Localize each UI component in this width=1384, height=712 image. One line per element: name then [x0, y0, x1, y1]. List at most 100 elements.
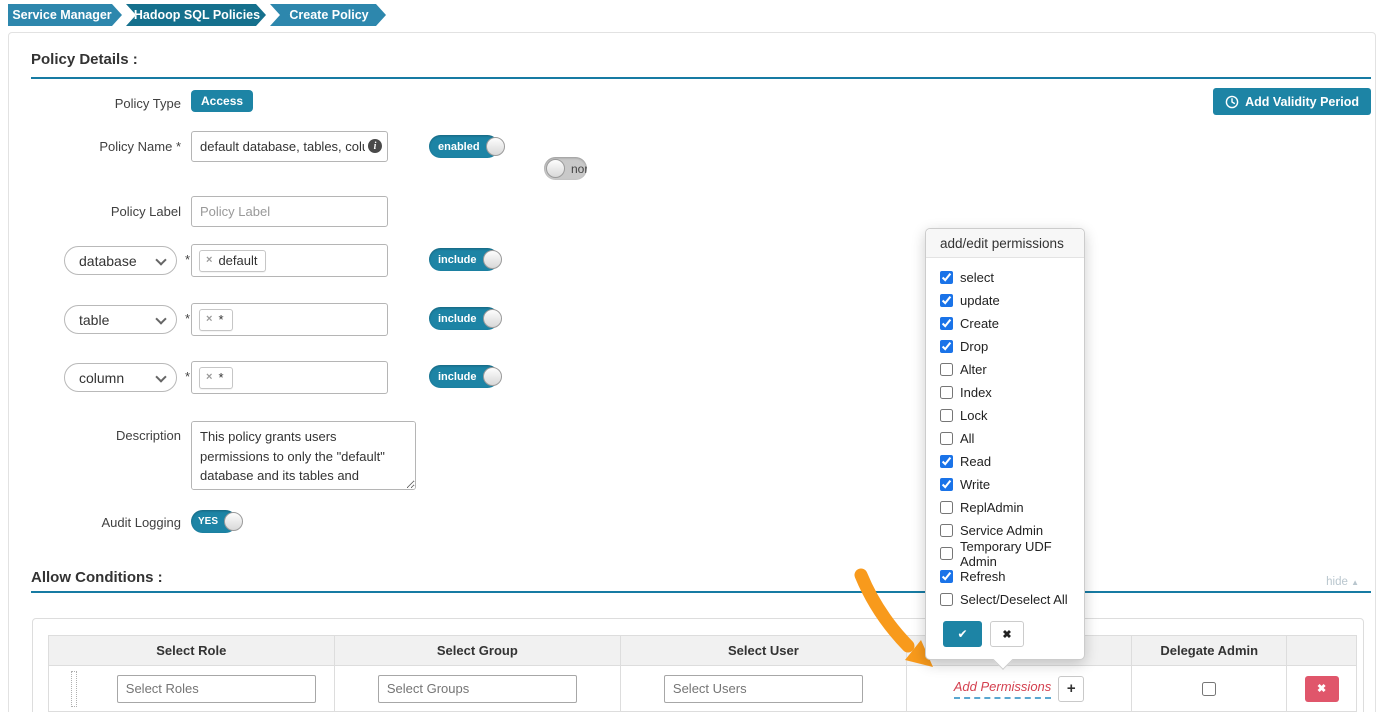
policy-label-input[interactable] — [191, 196, 388, 227]
policy-enabled-toggle[interactable]: enabled — [429, 135, 499, 158]
resource-type-select-table[interactable]: table — [64, 305, 177, 334]
remove-icon[interactable]: × — [206, 254, 212, 266]
permissions-popup: add/edit permissions select update Creat… — [925, 228, 1085, 660]
permission-checkbox-index[interactable] — [940, 386, 953, 399]
permission-checkbox-create[interactable] — [940, 317, 953, 330]
add-permissions-link[interactable]: Add Permissions — [954, 679, 1052, 699]
clock-icon — [1225, 95, 1239, 109]
permission-checkbox-read[interactable] — [940, 455, 953, 468]
delegate-admin-checkbox[interactable] — [1202, 682, 1216, 696]
permissions-confirm-button[interactable]: ✔ — [943, 621, 982, 647]
permission-checkbox-service-admin[interactable] — [940, 524, 953, 537]
permission-item: Service Admin — [940, 523, 1076, 538]
permission-item: Create — [940, 316, 1076, 331]
resource-type-select-column[interactable]: column — [64, 363, 177, 392]
resource-tag-label: * — [218, 312, 223, 327]
audit-logging-toggle[interactable]: YES — [191, 510, 237, 533]
policy-name-input[interactable] — [191, 131, 388, 162]
info-icon: i — [368, 139, 382, 153]
resource-value-input-column[interactable]: ×* — [191, 361, 388, 394]
chevron-down-icon — [155, 254, 166, 265]
resource-tag: × default — [199, 250, 266, 272]
breadcrumb: Service Manager Hadoop SQL Policies Crea… — [8, 4, 386, 26]
breadcrumb-hadoop-sql-policies[interactable]: Hadoop SQL Policies — [126, 4, 266, 26]
resource-type-value: table — [79, 312, 109, 328]
permission-checkbox-alter[interactable] — [940, 363, 953, 376]
add-validity-period-button[interactable]: Add Validity Period — [1213, 88, 1371, 115]
permission-checkbox-select-deselect-all[interactable] — [940, 593, 953, 606]
drag-handle[interactable] — [71, 671, 77, 707]
permission-label: All — [960, 431, 974, 446]
permission-label: Lock — [960, 408, 987, 423]
description-textarea[interactable]: This policy grants users permissions to … — [191, 421, 416, 490]
policy-override-toggle-label: nor — [571, 162, 587, 176]
delete-row-button[interactable]: ✖ — [1305, 676, 1339, 702]
policy-details-heading: Policy Details : — [31, 51, 138, 68]
create-policy-page: Service Manager Hadoop SQL Policies Crea… — [0, 0, 1384, 712]
permission-checkbox-update[interactable] — [940, 294, 953, 307]
permission-label: Read — [960, 454, 991, 469]
policy-override-toggle[interactable]: nor — [544, 157, 587, 180]
breadcrumb-service-manager[interactable]: Service Manager — [8, 4, 122, 26]
policy-type-label: Policy Type — [9, 96, 181, 111]
permission-label: Temporary UDF Admin — [960, 539, 1076, 569]
resource-value-input-table[interactable]: ×* — [191, 303, 388, 336]
include-toggle-label: include — [438, 254, 477, 266]
select-groups-input[interactable] — [378, 675, 577, 703]
permission-checkbox-repladmin[interactable] — [940, 501, 953, 514]
audit-logging-label: Audit Logging — [9, 515, 181, 530]
include-toggle-table[interactable]: include — [429, 307, 499, 330]
policy-type-badge: Access — [191, 90, 253, 112]
include-toggle-label: include — [438, 371, 477, 383]
remove-icon[interactable]: × — [206, 371, 212, 383]
table-header-row: Select Role Select Group Select User Del… — [49, 636, 1356, 665]
add-permissions-plus-button[interactable]: + — [1058, 676, 1084, 702]
toggle-knob — [483, 367, 502, 386]
allow-conditions-box: Select Role Select Group Select User Del… — [32, 618, 1364, 712]
permissions-cancel-button[interactable]: ✖ — [990, 621, 1024, 647]
allow-conditions-divider — [31, 591, 1371, 593]
allow-conditions-table: Select Role Select Group Select User Del… — [48, 635, 1357, 712]
permission-label: select — [960, 270, 994, 285]
permission-checkbox-all[interactable] — [940, 432, 953, 445]
policy-details-divider — [31, 77, 1371, 79]
permission-checkbox-refresh[interactable] — [940, 570, 953, 583]
permission-label: ReplAdmin — [960, 500, 1024, 515]
permission-item: ReplAdmin — [940, 500, 1076, 515]
select-roles-input[interactable] — [117, 675, 316, 703]
select-users-input[interactable] — [664, 675, 863, 703]
header-select-user: Select User — [621, 636, 907, 665]
remove-icon[interactable]: × — [206, 313, 212, 325]
policy-enabled-toggle-label: enabled — [438, 141, 480, 153]
breadcrumb-create-policy[interactable]: Create Policy — [270, 4, 386, 26]
permission-label: Write — [960, 477, 990, 492]
include-toggle-column[interactable]: include — [429, 365, 499, 388]
resource-row-database: database * ×default include — [9, 244, 1375, 278]
toggle-knob — [546, 159, 565, 178]
resource-tag: ×* — [199, 309, 233, 331]
audit-logging-toggle-label: YES — [198, 516, 218, 527]
resource-row-table: table * ×* include — [9, 303, 1375, 337]
include-toggle-label: include — [438, 313, 477, 325]
policy-form-panel: Policy Details : Policy Type Access Add … — [8, 32, 1376, 712]
hide-section-link[interactable]: hide ▲ — [1326, 576, 1359, 588]
permission-checkbox-write[interactable] — [940, 478, 953, 491]
resource-row-column: column * ×* include — [9, 361, 1375, 395]
permission-checkbox-lock[interactable] — [940, 409, 953, 422]
include-toggle-database[interactable]: include — [429, 248, 499, 271]
permission-item: Lock — [940, 408, 1076, 423]
policy-label-label: Policy Label — [9, 204, 181, 219]
header-delegate-admin: Delegate Admin — [1132, 636, 1287, 665]
resource-type-value: column — [79, 370, 124, 386]
permission-checkbox-select[interactable] — [940, 271, 953, 284]
permission-item: All — [940, 431, 1076, 446]
permission-checkbox-temporary-udf-admin[interactable] — [940, 547, 953, 560]
resource-type-select-database[interactable]: database — [64, 246, 177, 275]
permission-item: Select/Deselect All — [940, 592, 1076, 607]
permission-checkbox-drop[interactable] — [940, 340, 953, 353]
permission-label: Select/Deselect All — [960, 592, 1068, 607]
permissions-popup-title: add/edit permissions — [926, 229, 1084, 258]
description-label: Description — [9, 428, 181, 443]
resource-value-input-database[interactable]: × default — [191, 244, 388, 277]
resource-tag-label: default — [218, 253, 257, 268]
